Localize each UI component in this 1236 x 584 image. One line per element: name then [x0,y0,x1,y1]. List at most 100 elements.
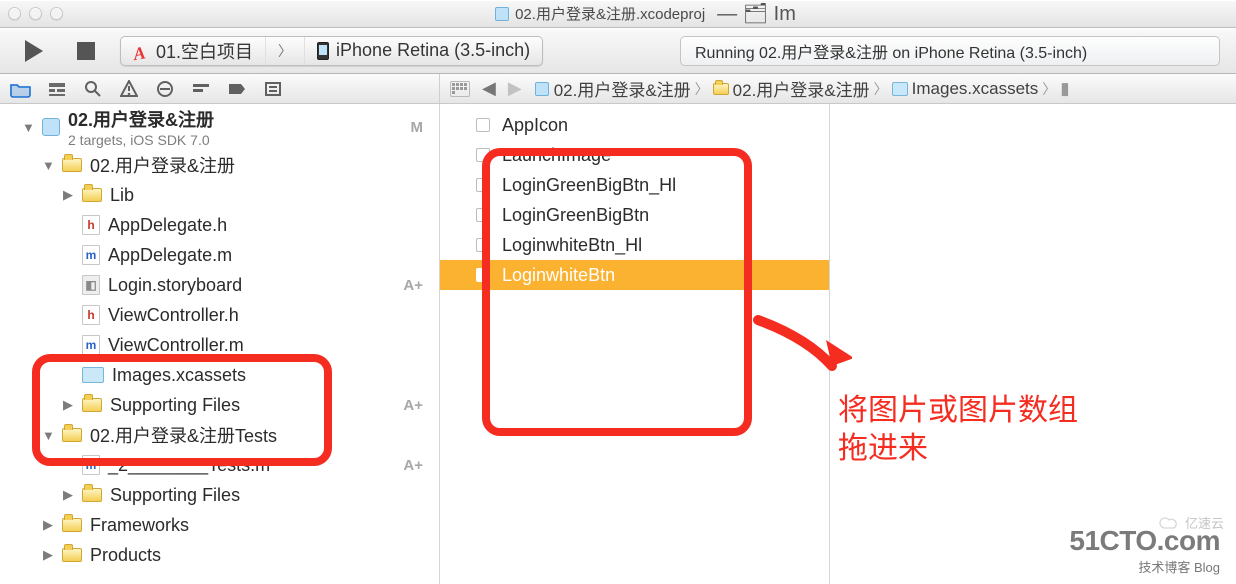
breadcrumb-item[interactable]: Images.xcassets [912,79,1039,99]
scm-badge: A+ [403,277,431,294]
header-file-icon: h [82,215,100,235]
scheme-selector[interactable]: A 01.空白项目 〉 iPhone Retina (3.5-inch) [120,36,543,66]
activity-view: Running 02.用户登录&注册 on iPhone Retina (3.5… [680,36,1220,66]
disclosure-triangle-icon[interactable] [62,397,74,413]
project-icon [535,82,549,96]
impl-file-icon: m [82,335,100,355]
file-row-xcassets[interactable]: Images.xcassets [0,360,439,390]
app-icon: A [132,41,151,60]
asset-item-launchimage[interactable]: LaunchImage [440,140,829,170]
close-icon[interactable] [8,7,21,20]
zoom-icon[interactable] [50,7,63,20]
file-row[interactable]: m AppDelegate.m [0,240,439,270]
issue-navigator-icon[interactable] [118,78,140,100]
imageset-icon [476,208,490,222]
folder-icon [82,488,102,502]
scm-badge: A+ [403,397,431,414]
file-label: _2________Tests.m [108,455,270,476]
group-row[interactable]: Products [0,540,439,570]
asset-label: AppIcon [502,115,568,136]
search-navigator-icon[interactable] [82,78,104,100]
disclosure-triangle-icon[interactable] [22,120,34,135]
scm-badge: A+ [403,457,431,474]
project-title: 02.用户登录&注册 [68,106,214,132]
run-button[interactable] [16,35,52,67]
file-label: Images.xcassets [112,365,246,386]
group-label: 02.用户登录&注册 [90,152,235,178]
breadcrumb[interactable]: 02.用户登录&注册 〉 02.用户登录&注册 〉 Images.xcasset… [534,76,1070,101]
group-row[interactable]: Supporting Files A+ [0,390,439,420]
project-icon [495,7,509,21]
file-row[interactable]: h ViewController.h [0,300,439,330]
minimize-icon[interactable] [29,7,42,20]
breadcrumb-item[interactable]: 02.用户登录&注册 [554,76,691,101]
group-row[interactable]: Supporting Files [0,480,439,510]
asset-label: LoginwhiteBtn_Hl [502,235,642,256]
xcassets-icon [82,367,104,383]
asset-item-selected[interactable]: LoginwhiteBtn [440,260,829,290]
back-button[interactable]: ◀ [482,78,496,99]
jump-bar[interactable]: ◀ ▶ 02.用户登录&注册 〉 02.用户登录&注册 〉 Images.xca… [440,74,1236,103]
storyboard-file-icon: ◧ [82,275,100,295]
forward-button[interactable]: ▶ [508,78,522,99]
stop-button[interactable] [68,35,104,67]
chevron-right-icon: 〉 [695,79,709,99]
header-file-icon: h [82,305,100,325]
view-grid-icon[interactable] [450,81,470,97]
asset-label: LaunchImage [502,145,611,166]
group-row[interactable]: Lib [0,180,439,210]
project-row[interactable]: 02.用户登录&注册 2 targets, iOS SDK 7.0 M [0,104,439,150]
asset-item[interactable]: LoginGreenBigBtn [440,200,829,230]
asset-detail-pane[interactable] [830,104,1236,584]
log-navigator-icon[interactable] [262,78,284,100]
disclosure-triangle-icon[interactable] [42,428,54,443]
disclosure-triangle-icon[interactable] [42,158,54,173]
disclosure-triangle-icon[interactable] [62,487,74,503]
file-row[interactable]: m ViewController.m [0,330,439,360]
imageset-icon [476,148,490,162]
file-row[interactable]: m _2________Tests.m A+ [0,450,439,480]
impl-file-icon: m [82,455,100,475]
xcassets-icon [892,82,908,96]
scheme-device-label: iPhone Retina (3.5-inch) [336,40,530,61]
disclosure-triangle-icon[interactable] [42,517,54,533]
folder-icon [713,83,729,95]
imageset-icon [476,238,490,252]
asset-catalog-outline: AppIcon LaunchImage LoginGreenBigBtn_Hl … [440,104,830,584]
asset-label: LoginGreenBigBtn [502,205,649,226]
project-navigator-icon[interactable] [10,78,32,100]
imageset-icon [476,268,490,282]
disclosure-triangle-icon[interactable] [62,187,74,203]
file-row[interactable]: ◧ Login.storyboard A+ [0,270,439,300]
asset-item[interactable]: LoginwhiteBtn_Hl [440,230,829,260]
test-navigator-icon[interactable] [154,78,176,100]
group-row[interactable]: 02.用户登录&注册Tests [0,420,439,450]
file-label: AppDelegate.m [108,245,232,266]
group-label: 02.用户登录&注册Tests [90,422,277,448]
breadcrumb-item[interactable]: 02.用户登录&注册 [733,76,870,101]
annotation-text: 将图片或图片数组 拖进来 [838,392,1078,468]
folder-icon [62,518,82,532]
asset-label: LoginGreenBigBtn_Hl [502,175,676,196]
file-label: ViewController.h [108,305,239,326]
asset-item[interactable]: LoginGreenBigBtn_Hl [440,170,829,200]
folder-icon [62,548,82,562]
window-title: 02.用户登录&注册.xcodeproj [515,3,705,24]
impl-file-icon: m [82,245,100,265]
folder-icon [62,428,82,442]
disclosure-triangle-icon[interactable] [42,547,54,563]
toolbar: A 01.空白项目 〉 iPhone Retina (3.5-inch) Run… [0,28,1236,74]
chevron-right-icon: 〉 [874,79,888,99]
symbol-navigator-icon[interactable] [46,78,68,100]
debug-navigator-icon[interactable] [190,78,212,100]
status-text: Running 02.用户登录&注册 on iPhone Retina (3.5… [695,39,1087,63]
project-navigator: 02.用户登录&注册 2 targets, iOS SDK 7.0 M 02.用… [0,104,440,584]
file-row[interactable]: h AppDelegate.h [0,210,439,240]
folder-icon [62,158,82,172]
workspace: 02.用户登录&注册 2 targets, iOS SDK 7.0 M 02.用… [0,104,1236,584]
group-row[interactable]: 02.用户登录&注册 [0,150,439,180]
file-label: ViewController.m [108,335,244,356]
asset-item-appicon[interactable]: AppIcon [440,110,829,140]
breakpoint-navigator-icon[interactable] [226,78,248,100]
group-row[interactable]: Frameworks [0,510,439,540]
